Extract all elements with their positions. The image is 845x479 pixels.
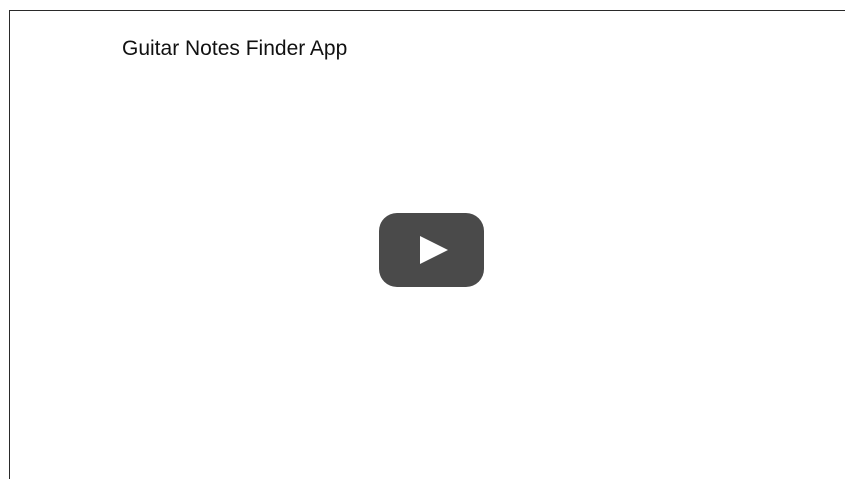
play-icon [420,236,448,264]
video-title[interactable]: Guitar Notes Finder App [122,37,347,61]
play-button[interactable] [379,213,484,287]
video-embed[interactable]: Guitar Notes Finder App [9,10,845,479]
